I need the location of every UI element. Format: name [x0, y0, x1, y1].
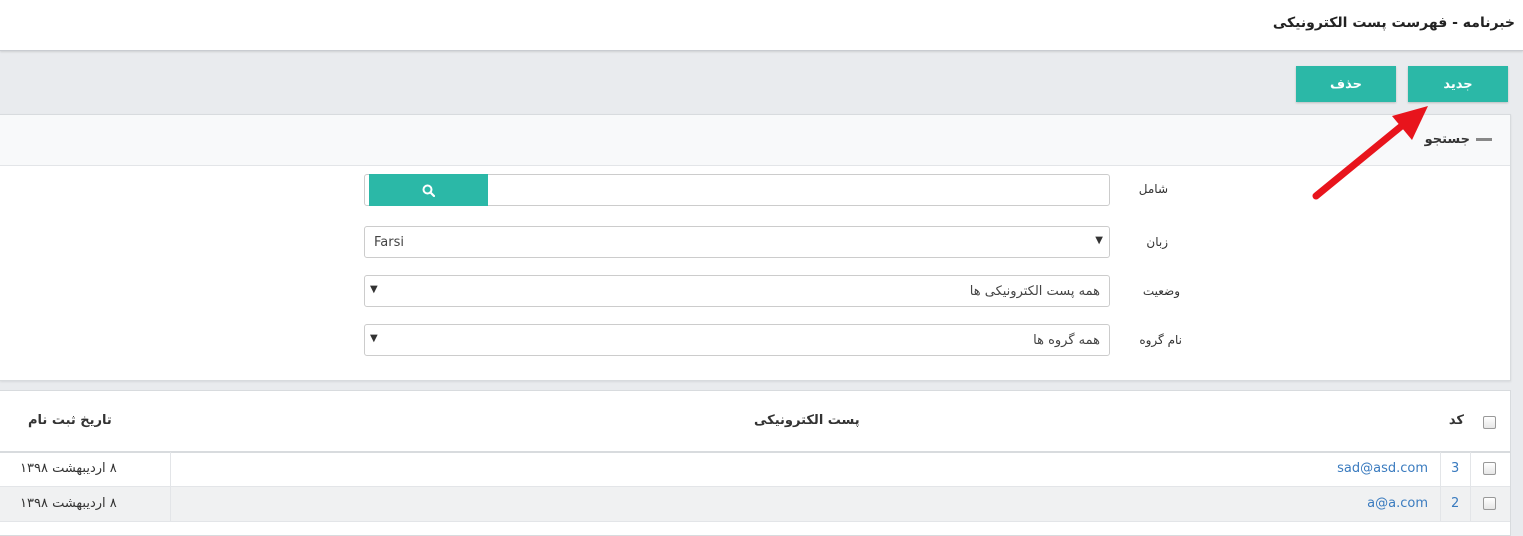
delete-button[interactable]: حذف — [1296, 66, 1396, 102]
row-email-link[interactable]: a@a.com — [1367, 496, 1428, 511]
row-email-link[interactable]: sad@asd.com — [1337, 461, 1428, 476]
table-row[interactable]: 3 sad@asd.com ۸ اردیبهشت ۱۳۹۸ — [0, 452, 1510, 487]
column-header-email[interactable]: پست الکترونیکی — [754, 413, 860, 428]
table-row[interactable]: 2 a@a.com ۸ اردیبهشت ۱۳۹۸ — [0, 487, 1510, 522]
column-divider — [1440, 452, 1441, 486]
status-select[interactable]: همه پست الکترونیکی ها ▼ — [364, 275, 1110, 307]
chevron-down-icon: ▼ — [370, 333, 378, 344]
search-panel-header[interactable]: جستجو — [0, 115, 1510, 166]
row-code[interactable]: 3 — [1451, 461, 1459, 476]
contains-input[interactable] — [364, 174, 1110, 206]
email-grid: کد پست الکترونیکی تاریخ ثبت نام 3 sad@as… — [0, 390, 1511, 536]
row-date: ۸ اردیبهشت ۱۳۹۸ — [20, 461, 117, 476]
page-title: خبرنامه - فهرست پست الکترونیکی — [1272, 15, 1515, 31]
group-value: همه گروه ها — [1033, 333, 1100, 348]
search-button[interactable] — [369, 174, 488, 206]
column-header-code[interactable]: کد — [1449, 413, 1464, 428]
status-value: همه پست الکترونیکی ها — [969, 284, 1100, 299]
language-select[interactable]: Farsi ▼ — [364, 226, 1110, 258]
row-code[interactable]: 2 — [1451, 496, 1459, 511]
chevron-down-icon: ▼ — [1095, 235, 1103, 246]
status-label: وضعیت — [1142, 284, 1180, 298]
annotation-arrow-icon — [1312, 106, 1428, 200]
grid-header: کد پست الکترونیکی تاریخ ثبت نام — [0, 391, 1510, 453]
search-icon — [422, 184, 435, 197]
row-date: ۸ اردیبهشت ۱۳۹۸ — [20, 496, 117, 511]
group-label: نام گروه — [1139, 333, 1182, 347]
top-bar: خبرنامه - فهرست پست الکترونیکی — [0, 0, 1523, 51]
column-header-date[interactable]: تاریخ ثبت نام — [28, 413, 112, 428]
search-panel: جستجو شامل زبان Farsi ▼ وضعیت همه پست ال… — [0, 114, 1511, 381]
column-divider — [170, 487, 171, 521]
column-divider — [1470, 487, 1471, 521]
chevron-down-icon: ▼ — [370, 284, 378, 295]
collapse-minus-icon[interactable] — [1476, 138, 1492, 141]
contains-label: شامل — [1138, 182, 1168, 196]
row-checkbox[interactable] — [1483, 497, 1496, 510]
language-value: Farsi — [374, 235, 404, 250]
language-label: زبان — [1146, 235, 1168, 249]
select-all-checkbox[interactable] — [1483, 416, 1496, 429]
group-select[interactable]: همه گروه ها ▼ — [364, 324, 1110, 356]
column-divider — [1440, 487, 1441, 521]
row-checkbox[interactable] — [1483, 462, 1496, 475]
column-divider — [1470, 452, 1471, 486]
new-button[interactable]: جدید — [1408, 66, 1508, 102]
column-divider — [170, 452, 171, 486]
